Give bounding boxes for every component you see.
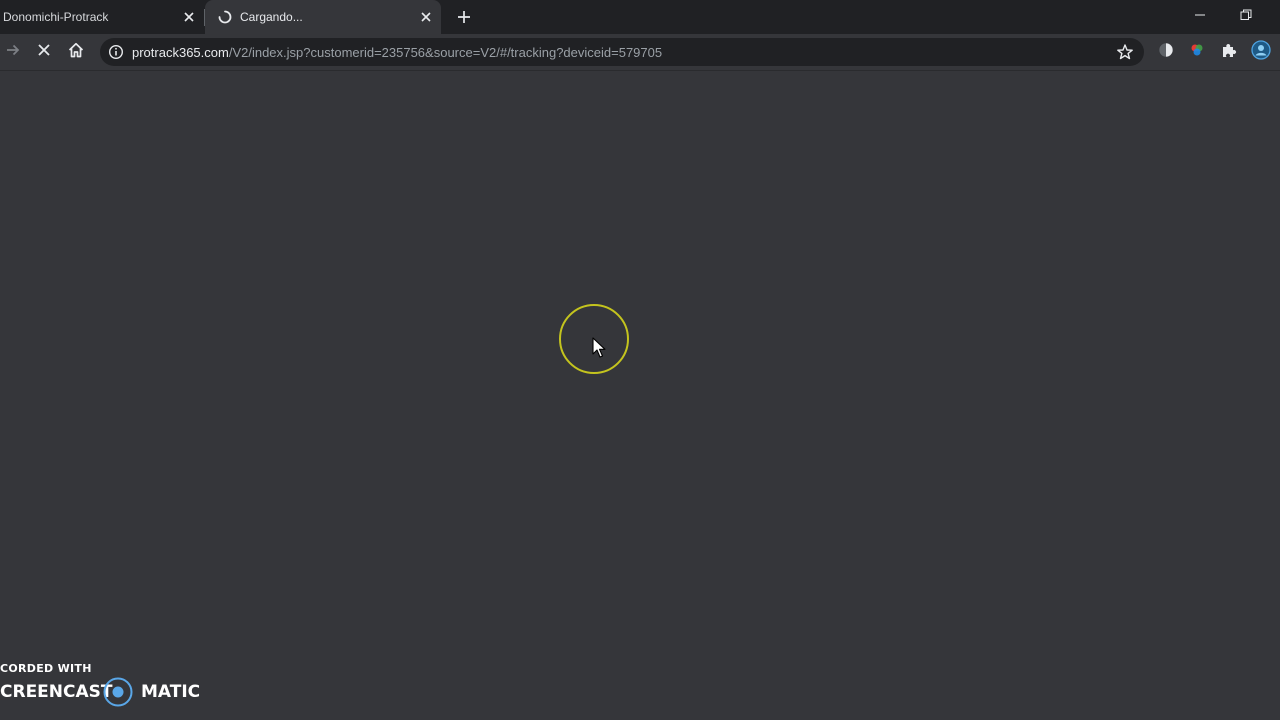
tab-title: Donomichi-Protrack (3, 10, 109, 24)
tab-strip: Donomichi-Protrack Cargando... (0, 0, 1280, 34)
watermark-right-text: MATIC (141, 682, 201, 702)
page-content (0, 71, 1280, 720)
dark-mode-extension-button[interactable] (1154, 40, 1178, 64)
contrast-icon (1157, 41, 1175, 64)
home-icon (67, 41, 85, 64)
loading-spinner-icon (218, 10, 232, 24)
profile-button[interactable] (1249, 39, 1273, 65)
browser-window: Donomichi-Protrack Cargando... protrack3… (0, 0, 1280, 720)
stop-button[interactable] (32, 40, 56, 64)
browser-toolbar: protrack365.com/V2/index.jsp?customerid=… (0, 34, 1280, 70)
home-button[interactable] (64, 40, 88, 64)
color-extension-button[interactable] (1185, 40, 1209, 64)
info-icon[interactable] (108, 44, 124, 60)
mouse-pointer-icon (592, 337, 606, 358)
puzzle-icon (1220, 41, 1238, 64)
address-bar[interactable]: protrack365.com/V2/index.jsp?customerid=… (100, 38, 1144, 66)
url-text[interactable]: protrack365.com/V2/index.jsp?customerid=… (132, 45, 662, 60)
tab-donomichi-protrack[interactable]: Donomichi-Protrack (0, 0, 204, 34)
screencast-logo-icon (103, 677, 133, 707)
arrow-right-icon (5, 42, 21, 63)
tab-title: Cargando... (240, 10, 303, 24)
avatar-icon (1251, 39, 1271, 65)
watermark-line1: CORDED WITH (0, 662, 92, 675)
close-icon[interactable] (418, 9, 434, 25)
close-icon[interactable] (181, 9, 197, 25)
close-icon (37, 43, 51, 62)
watermark-left-text: CREENCAST (0, 682, 113, 702)
tab-cargando[interactable]: Cargando... (205, 0, 441, 34)
color-dots-icon (1188, 41, 1206, 64)
url-path: /V2/index.jsp?customerid=235756&source=V… (228, 45, 663, 60)
minimize-button[interactable] (1187, 4, 1213, 26)
restore-button[interactable] (1233, 4, 1259, 26)
star-icon[interactable] (1116, 43, 1134, 61)
forward-button[interactable] (1, 40, 25, 64)
url-host: protrack365.com (132, 45, 229, 60)
extensions-button[interactable] (1217, 40, 1241, 64)
new-tab-button[interactable] (454, 7, 474, 27)
